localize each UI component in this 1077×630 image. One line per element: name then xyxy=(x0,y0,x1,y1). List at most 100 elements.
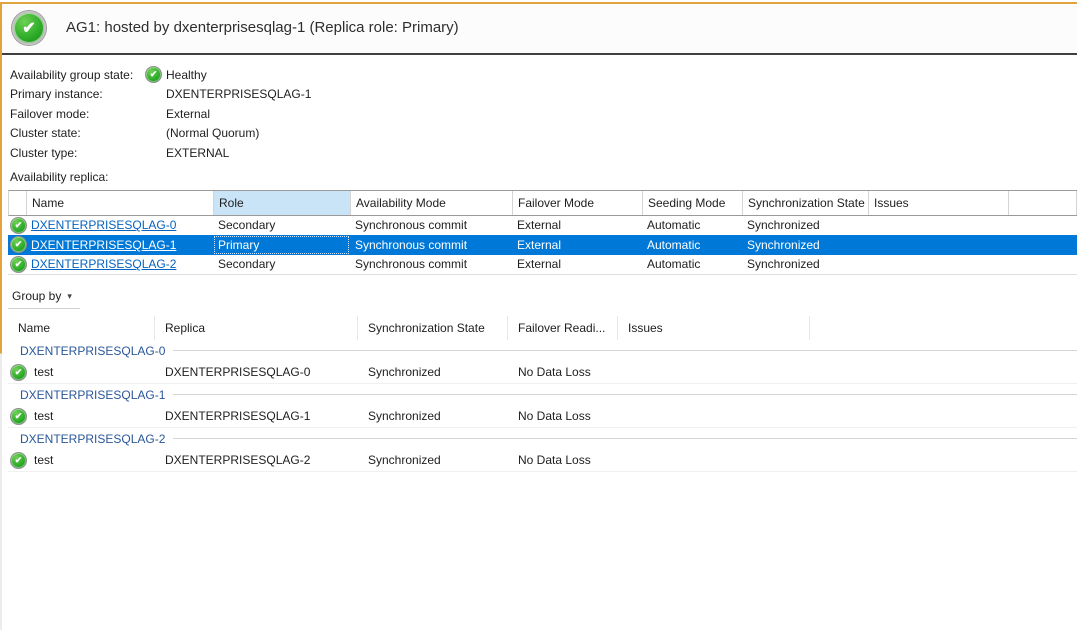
database-status-icon: ✔ xyxy=(10,408,27,425)
cell-synchronization-state: Synchronized xyxy=(742,216,868,236)
group-header-row[interactable]: DXENTERPRISESQLAG-2 xyxy=(8,428,1077,449)
replica-name-link[interactable]: DXENTERPRISESQLAG-1 xyxy=(31,238,176,252)
replica-section-label: Availability replica: xyxy=(10,170,1077,186)
cell-issues xyxy=(618,405,810,427)
replica-status-icon: ✔ xyxy=(10,217,27,234)
database-table: Name Replica Synchronization State Failo… xyxy=(8,316,1077,472)
state-value: Healthy xyxy=(166,68,207,82)
cell-replica: DXENTERPRISESQLAG-1 xyxy=(155,405,358,427)
replica-row[interactable]: ✔ DXENTERPRISESQLAG-0 Secondary Synchron… xyxy=(8,216,1077,236)
cell-issues xyxy=(868,216,1008,236)
window-accent-top xyxy=(0,2,1077,4)
database-name: test xyxy=(34,409,53,423)
cell-role: Secondary xyxy=(213,255,350,275)
cell-failover-mode: External xyxy=(512,255,642,275)
replica-table-header: Name Role Availability Mode Failover Mod… xyxy=(8,190,1077,216)
replica-row-selected[interactable]: ✔ DXENTERPRISESQLAG-1 Primary Synchronou… xyxy=(8,235,1077,255)
group-header-row[interactable]: DXENTERPRISESQLAG-1 xyxy=(8,384,1077,405)
cell-role: Primary xyxy=(213,235,350,255)
cell-role: Secondary xyxy=(213,216,350,236)
replica-name-link[interactable]: DXENTERPRISESQLAG-2 xyxy=(31,257,176,271)
cell-synchronization-state: Synchronized xyxy=(358,361,508,383)
replica-name-link[interactable]: DXENTERPRISESQLAG-0 xyxy=(31,218,176,232)
cell-failover-mode: External xyxy=(512,216,642,236)
cell-synchronization-state: Synchronized xyxy=(358,405,508,427)
group-rule xyxy=(173,394,1077,395)
summary-row-state: Availability group state: ✔ Healthy xyxy=(10,65,1077,85)
availability-group-summary: Availability group state: ✔ Healthy Prim… xyxy=(10,65,1077,163)
database-name: test xyxy=(34,453,53,467)
page-title: AG1: hosted by dxenterprisesqlag-1 (Repl… xyxy=(66,19,459,36)
database-status-icon: ✔ xyxy=(10,364,27,381)
summary-label: Cluster state: xyxy=(10,126,145,140)
column-header-synchronization-state[interactable]: Synchronization State xyxy=(743,191,869,215)
column-header-role[interactable]: Role xyxy=(214,191,351,215)
cell-replica: DXENTERPRISESQLAG-0 xyxy=(155,361,358,383)
group-by-label: Group by xyxy=(12,289,61,303)
group-rule xyxy=(173,350,1077,351)
database-row[interactable]: ✔ test DXENTERPRISESQLAG-2 Synchronized … xyxy=(8,449,1077,472)
cell-failover-mode: External xyxy=(512,235,642,255)
cell-failover-readiness: No Data Loss xyxy=(508,405,618,427)
column-header-synchronization-state[interactable]: Synchronization State xyxy=(358,316,508,340)
column-header-name[interactable]: Name xyxy=(8,316,155,340)
chevron-down-icon: ▾ xyxy=(67,291,72,302)
replica-status-icon: ✔ xyxy=(10,256,27,273)
database-row[interactable]: ✔ test DXENTERPRISESQLAG-0 Synchronized … xyxy=(8,361,1077,384)
replica-row[interactable]: ✔ DXENTERPRISESQLAG-2 Secondary Synchron… xyxy=(8,255,1077,275)
summary-value: (Normal Quorum) xyxy=(166,126,259,140)
column-header-replica[interactable]: Replica xyxy=(155,316,358,340)
summary-row-cluster-type: Cluster type: EXTERNAL xyxy=(10,143,1077,163)
database-row[interactable]: ✔ test DXENTERPRISESQLAG-1 Synchronized … xyxy=(8,405,1077,428)
replica-status-icon: ✔ xyxy=(10,236,27,253)
column-header-name[interactable]: Name xyxy=(27,191,214,215)
database-table-header: Name Replica Synchronization State Failo… xyxy=(8,316,1077,340)
group-name: DXENTERPRISESQLAG-0 xyxy=(20,344,165,358)
column-header-issues[interactable]: Issues xyxy=(869,191,1009,215)
state-label: Availability group state: xyxy=(10,68,145,82)
healthy-status-icon: ✔ xyxy=(12,11,46,45)
cell-synchronization-state: Synchronized xyxy=(742,255,868,275)
cell-availability-mode: Synchronous commit xyxy=(350,216,512,236)
cell-availability-mode: Synchronous commit xyxy=(350,255,512,275)
cell-synchronization-state: Synchronized xyxy=(742,235,868,255)
summary-label: Failover mode: xyxy=(10,107,145,121)
cell-issues xyxy=(868,235,1008,255)
column-header-failover-readiness[interactable]: Failover Readi... xyxy=(508,316,618,340)
column-header-filler xyxy=(1009,191,1077,215)
group-name: DXENTERPRISESQLAG-1 xyxy=(20,388,165,402)
cell-seeding-mode: Automatic xyxy=(642,216,742,236)
title-bar: ✔ AG1: hosted by dxenterprisesqlag-1 (Re… xyxy=(0,2,1077,55)
group-by-button[interactable]: Group by ▾ xyxy=(8,286,80,309)
cell-issues xyxy=(618,361,810,383)
column-header-issues[interactable]: Issues xyxy=(618,316,810,340)
cell-seeding-mode: Automatic xyxy=(642,255,742,275)
healthy-check-icon: ✔ xyxy=(145,66,162,83)
summary-value: EXTERNAL xyxy=(166,146,229,160)
database-name: test xyxy=(34,365,53,379)
summary-row-failover-mode: Failover mode: External xyxy=(10,104,1077,124)
cell-availability-mode: Synchronous commit xyxy=(350,235,512,255)
cell-failover-readiness: No Data Loss xyxy=(508,449,618,471)
cell-replica: DXENTERPRISESQLAG-2 xyxy=(155,449,358,471)
cell-seeding-mode: Automatic xyxy=(642,235,742,255)
summary-value: External xyxy=(166,107,210,121)
column-header-availability-mode[interactable]: Availability Mode xyxy=(351,191,513,215)
cell-issues xyxy=(868,255,1008,275)
group-name: DXENTERPRISESQLAG-2 xyxy=(20,432,165,446)
summary-label: Cluster type: xyxy=(10,146,145,160)
column-header-seeding-mode[interactable]: Seeding Mode xyxy=(643,191,743,215)
cell-issues xyxy=(618,449,810,471)
cell-synchronization-state: Synchronized xyxy=(358,449,508,471)
column-header-icon xyxy=(9,191,27,215)
summary-row-primary-instance: Primary instance: DXENTERPRISESQLAG-1 xyxy=(10,85,1077,105)
group-rule xyxy=(173,438,1077,439)
summary-value: DXENTERPRISESQLAG-1 xyxy=(166,87,311,101)
group-header-row[interactable]: DXENTERPRISESQLAG-0 xyxy=(8,340,1077,361)
column-header-filler xyxy=(810,316,1077,340)
database-status-icon: ✔ xyxy=(10,452,27,469)
column-header-failover-mode[interactable]: Failover Mode xyxy=(513,191,643,215)
summary-label: Primary instance: xyxy=(10,87,145,101)
cell-failover-readiness: No Data Loss xyxy=(508,361,618,383)
summary-row-cluster-state: Cluster state: (Normal Quorum) xyxy=(10,124,1077,144)
